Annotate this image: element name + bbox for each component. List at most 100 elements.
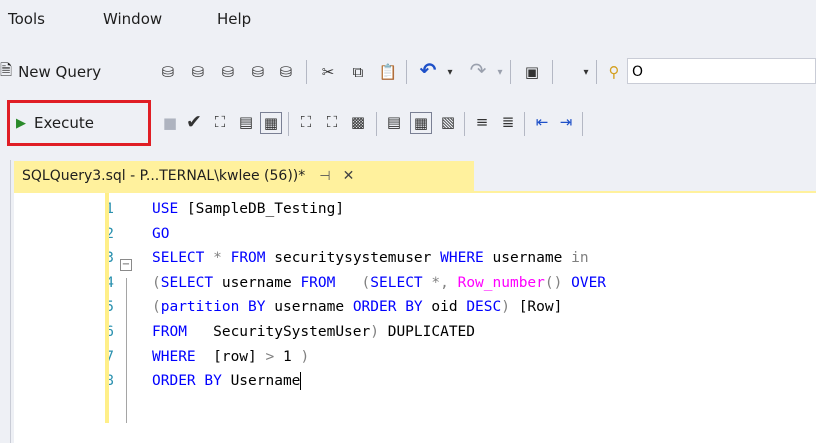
toolbar-separator <box>406 60 407 84</box>
code-token: ) <box>501 299 519 316</box>
results-to-text-icon[interactable]: ▤ <box>384 112 404 132</box>
code-token: WHERE <box>440 250 484 267</box>
code-token: GO <box>152 225 170 242</box>
code-token: SELECT <box>160 274 214 291</box>
code-token: ) <box>370 324 379 340</box>
toolbar-separator <box>288 112 289 136</box>
comment-out-icon[interactable]: ≡ <box>472 112 492 132</box>
change-tracking-bar <box>105 193 109 423</box>
sql-editor[interactable]: 1 USE [SampleDB_Testing] 2 GO 3 SELECT * FROM… <box>14 193 816 443</box>
code-line[interactable]: 4 (SELECT username FROM (SELECT *, Row_nu… <box>14 271 816 295</box>
database-engine-query-icon[interactable]: ⛁ <box>158 62 178 82</box>
query-designer-icon[interactable]: ▤ <box>236 112 256 132</box>
text-caret <box>300 372 302 391</box>
code-text: WHERE [row] > 1 ) <box>152 345 309 369</box>
code-token: WHERE <box>152 348 196 365</box>
new-query-button[interactable]: 🗎 New Query <box>0 60 101 84</box>
tab-sqlquery3[interactable]: SQLQuery3.sql - P...TERNAL\kwlee (56))* … <box>14 161 474 191</box>
code-token: ( <box>152 299 161 316</box>
code-token: securitysystemuser <box>265 250 441 267</box>
query-options-icon[interactable]: ▦ <box>260 112 282 134</box>
code-token: [SampleDB_Testing] <box>186 201 345 217</box>
solution-config-dropdown-icon[interactable]: ▾ <box>576 62 596 82</box>
code-token: ORDER BY <box>152 373 222 390</box>
execute-highlight <box>7 100 151 146</box>
code-token: partition BY <box>160 299 266 316</box>
activity-monitor-icon[interactable]: ▣ <box>522 62 542 82</box>
undo-dropdown-icon[interactable]: ▾ <box>440 62 460 82</box>
line-number: 4 <box>105 274 114 291</box>
code-line[interactable]: 7 WHERE [row] > 1 ) <box>14 345 816 369</box>
parse-check-icon[interactable]: ✔ <box>184 111 204 133</box>
code-token: SELECT <box>370 274 423 291</box>
undo-icon[interactable]: ↶ <box>418 58 438 82</box>
code-text: ORDER BY Username <box>152 369 302 393</box>
code-token: Username <box>221 373 301 390</box>
code-token: () <box>544 274 572 291</box>
code-line[interactable]: 3 SELECT * FROM securitysystemuser WHERE … <box>14 246 816 270</box>
tab-title: SQLQuery3.sql - P...TERNAL\kwlee (56))* <box>22 168 306 184</box>
code-text: SELECT * FROM securitysystemuser WHERE u… <box>152 246 589 270</box>
code-token: * <box>204 250 231 267</box>
menu-tools[interactable]: Tools <box>8 10 45 28</box>
decrease-indent-icon[interactable]: ⇤ <box>532 112 552 132</box>
client-statistics-icon[interactable]: ▩ <box>348 112 368 132</box>
menu-window[interactable]: Window <box>103 10 162 28</box>
cancel-query-icon[interactable]: ■ <box>160 113 180 133</box>
redo-dropdown-icon[interactable]: ▾ <box>490 62 510 82</box>
code-token: 1 <box>274 348 301 365</box>
line-number: 6 <box>105 324 114 340</box>
uncomment-icon[interactable]: ≣ <box>498 112 518 132</box>
line-number: 2 <box>105 225 114 242</box>
code-token: *, <box>422 274 458 291</box>
menu-help[interactable]: Help <box>217 10 251 28</box>
mdx-query-icon[interactable]: ⛁ <box>188 62 208 82</box>
code-line[interactable]: 8 ORDER BY Username <box>14 369 816 393</box>
collapse-icon[interactable]: − <box>120 259 132 271</box>
find-box-text: O <box>632 64 644 80</box>
increase-indent-icon[interactable]: ⇥ <box>556 112 576 132</box>
toolbar-separator <box>524 112 525 136</box>
standard-toolbar: 🗎 New Query ⛁ ⛁ ⛁ ⛁ ⛁ ✂ ⧉ 📋 ↶ ▾ ↷ ▾ ▣ ▾ … <box>0 52 816 92</box>
code-token: username <box>483 250 572 267</box>
code-token: ORDER BY <box>352 299 423 316</box>
new-query-icon: 🗎 <box>0 60 13 79</box>
code-line[interactable]: 1 USE [SampleDB_Testing] <box>14 197 816 221</box>
redo-icon[interactable]: ↷ <box>468 58 488 82</box>
code-token: in <box>571 250 589 267</box>
xmla-query-icon[interactable]: ⛁ <box>248 62 268 82</box>
find-icon[interactable]: ⚲ <box>604 62 624 82</box>
live-query-stats-icon[interactable]: ⛶ <box>322 112 342 132</box>
code-line[interactable]: 5 (partition BY username ORDER BY oid DES… <box>14 295 816 319</box>
code-token: USE <box>152 201 187 217</box>
close-icon[interactable]: ✕ <box>343 168 355 184</box>
code-token: ) <box>300 348 310 365</box>
display-estimated-plan-icon[interactable]: ⛶ <box>210 112 230 132</box>
toolbar-separator <box>596 60 597 84</box>
code-token: oid <box>422 299 467 316</box>
results-to-file-icon[interactable]: ▧ <box>438 112 458 132</box>
pin-icon[interactable]: ⊣ <box>319 169 330 184</box>
find-box[interactable]: O <box>627 58 816 84</box>
dmx-query-icon[interactable]: ⛁ <box>218 62 238 82</box>
outline-guide <box>126 278 127 423</box>
code-token: SELECT <box>152 250 205 267</box>
code-text: FROM SecuritySystemUser) DUPLICATED <box>152 320 475 344</box>
line-number: 3 <box>105 250 114 267</box>
code-token: ( <box>335 274 371 291</box>
copy-icon[interactable]: ⧉ <box>348 62 368 82</box>
code-token: ( <box>152 274 161 291</box>
code-text: GO <box>152 222 169 246</box>
code-text: USE [SampleDB_Testing] <box>152 197 344 221</box>
line-number: 7 <box>105 348 114 365</box>
code-line[interactable]: 2 GO <box>14 222 816 246</box>
code-token: [row] <box>195 348 266 365</box>
code-line[interactable]: 6 FROM SecuritySystemUser) DUPLICATED <box>14 320 816 344</box>
cut-icon[interactable]: ✂ <box>318 62 338 82</box>
line-number: 8 <box>105 373 114 390</box>
results-to-grid-icon[interactable]: ▦ <box>410 112 432 134</box>
dax-query-icon[interactable]: ⛁ <box>276 62 296 82</box>
paste-icon[interactable]: 📋 <box>378 62 398 82</box>
line-number: 1 <box>105 201 114 217</box>
include-actual-plan-icon[interactable]: ⛶ <box>296 112 316 132</box>
